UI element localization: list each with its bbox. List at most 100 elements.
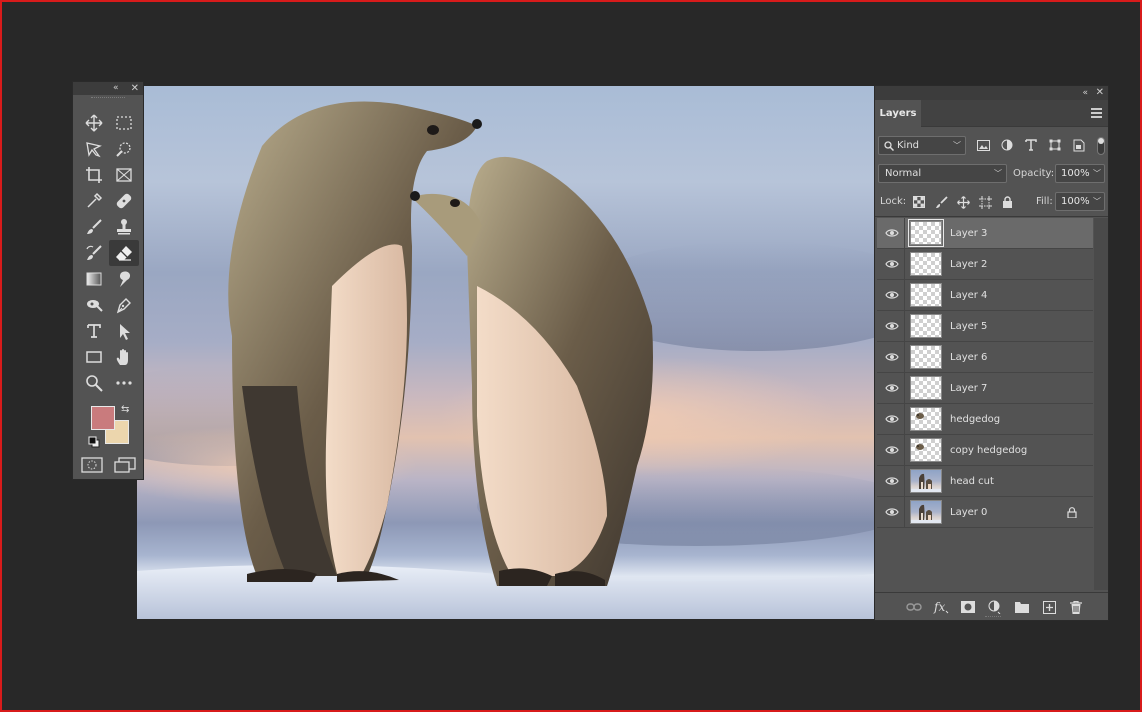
layer-row[interactable]: Layer 5 <box>877 311 1093 342</box>
quick-mask-icon[interactable] <box>81 456 103 474</box>
gradient-tool[interactable] <box>79 266 109 292</box>
visibility-eye-icon[interactable] <box>885 290 899 300</box>
smudge-tool[interactable] <box>109 266 139 292</box>
filter-toggle[interactable] <box>1097 137 1105 155</box>
eyedropper-tool[interactable] <box>79 188 109 214</box>
lock-artboard-button[interactable] <box>976 193 994 211</box>
visibility-eye-icon[interactable] <box>885 383 899 393</box>
move-tool[interactable] <box>79 110 109 136</box>
tools-panel-header[interactable]: « ✕ <box>73 82 143 95</box>
layer-row[interactable]: Layer 7 <box>877 373 1093 404</box>
layer-name: Layer 4 <box>950 290 988 301</box>
collapse-panel-icon[interactable]: « <box>1082 86 1088 100</box>
panel-resize-grip[interactable] <box>985 616 1001 620</box>
foreground-color-swatch[interactable] <box>91 406 115 430</box>
lock-position-button[interactable] <box>954 193 972 211</box>
layer-row[interactable]: Layer 0 <box>877 497 1093 528</box>
layer-name: Layer 0 <box>950 507 988 518</box>
filter-smart-object-button[interactable] <box>1070 136 1088 154</box>
visibility-eye-icon[interactable] <box>885 321 899 331</box>
frame-tool[interactable] <box>109 162 139 188</box>
layers-scrollbar[interactable] <box>1094 218 1108 590</box>
visibility-eye-icon[interactable] <box>885 228 899 238</box>
layer-row[interactable]: hedgedog <box>877 404 1093 435</box>
history-brush-tool[interactable] <box>79 240 109 266</box>
filter-pixel-button[interactable] <box>974 136 992 154</box>
default-colors-icon[interactable] <box>88 436 100 448</box>
layer-thumbnail[interactable] <box>910 314 942 338</box>
layer-filter-row: Kind ﹀ <box>878 136 1106 156</box>
lock-transparent-pixels-button[interactable] <box>910 193 928 211</box>
delete-layer-button[interactable] <box>1067 599 1085 615</box>
layer-row[interactable]: Layer 2 <box>877 249 1093 280</box>
footer-icons: fx <box>905 599 1085 615</box>
layer-row[interactable]: copy hedgedog <box>877 435 1093 466</box>
layer-thumbnail[interactable] <box>908 219 944 247</box>
layer-row[interactable]: Layer 4 <box>877 280 1093 311</box>
layer-thumbnail[interactable] <box>910 252 942 276</box>
filter-type-button[interactable] <box>1022 136 1040 154</box>
visibility-eye-icon[interactable] <box>885 259 899 269</box>
visibility-eye-icon[interactable] <box>885 476 899 486</box>
layer-thumbnail[interactable] <box>910 438 942 462</box>
lasso-tool[interactable] <box>79 136 109 162</box>
visibility-eye-icon[interactable] <box>885 352 899 362</box>
healing-brush-tool[interactable] <box>109 188 139 214</box>
chevron-down-icon[interactable]: ﹀ <box>1093 192 1101 211</box>
lock-image-pixels-button[interactable] <box>932 193 950 211</box>
type-tool[interactable] <box>79 318 109 344</box>
visibility-eye-icon[interactable] <box>885 445 899 455</box>
visibility-eye-icon[interactable] <box>885 507 899 517</box>
rectangle-tool[interactable] <box>79 344 109 370</box>
new-adjustment-layer-button[interactable] <box>986 599 1004 615</box>
quick-selection-tool[interactable] <box>109 136 139 162</box>
clone-stamp-tool[interactable] <box>109 214 139 240</box>
panel-divider <box>875 216 1108 217</box>
more-tools-button[interactable] <box>109 370 139 396</box>
layer-row[interactable]: head cut <box>877 466 1093 497</box>
panel-grip[interactable] <box>91 97 125 103</box>
group-folder-icon <box>1015 602 1029 613</box>
add-mask-button[interactable] <box>959 599 977 615</box>
dodge-tool[interactable] <box>79 292 109 318</box>
document-canvas[interactable] <box>137 86 874 619</box>
crop-tool[interactable] <box>79 162 109 188</box>
visibility-eye-icon[interactable] <box>885 414 899 424</box>
lock-all-button[interactable] <box>998 193 1016 211</box>
pen-tool[interactable] <box>109 292 139 318</box>
layer-thumbnail[interactable] <box>910 469 942 493</box>
close-icon[interactable]: ✕ <box>131 82 139 95</box>
layer-thumbnail[interactable] <box>910 376 942 400</box>
layer-thumbnail[interactable] <box>910 407 942 431</box>
hand-tool[interactable] <box>109 344 139 370</box>
filter-shape-button[interactable] <box>1046 136 1064 154</box>
layer-row[interactable]: Layer 3 <box>877 218 1093 249</box>
screen-mode-icon[interactable] <box>113 456 137 474</box>
swap-colors-icon[interactable]: ⇆ <box>121 404 129 415</box>
path-selection-tool[interactable] <box>109 318 139 344</box>
marquee-tool-icon <box>116 116 132 130</box>
layer-style-button[interactable]: fx <box>932 599 950 615</box>
layer-name: head cut <box>950 476 994 487</box>
filter-adjustment-button[interactable] <box>998 136 1016 154</box>
layer-row[interactable]: Layer 6 <box>877 342 1093 373</box>
panel-menu-icon[interactable] <box>1091 108 1102 118</box>
layer-name: Layer 6 <box>950 352 988 363</box>
chevron-down-icon[interactable]: ﹀ <box>1093 164 1101 183</box>
tab-layers[interactable]: Layers <box>875 100 921 127</box>
layer-thumbnail[interactable] <box>910 283 942 307</box>
layer-thumbnail[interactable] <box>910 500 942 524</box>
close-icon[interactable]: ✕ <box>1096 86 1104 100</box>
new-layer-button[interactable] <box>1040 599 1058 615</box>
link-layers-button[interactable] <box>905 599 923 615</box>
marquee-tool[interactable] <box>109 110 139 136</box>
filter-kind-select[interactable]: Kind ﹀ <box>878 136 966 155</box>
eraser-tool[interactable] <box>109 240 139 266</box>
blend-mode-select[interactable]: Normal ﹀ <box>878 164 1007 183</box>
new-group-button[interactable] <box>1013 599 1031 615</box>
collapse-panel-icon[interactable]: « <box>113 82 119 95</box>
brush-tool[interactable] <box>79 214 109 240</box>
layer-thumbnail[interactable] <box>910 345 942 369</box>
zoom-tool[interactable] <box>79 370 109 396</box>
layers-panel-header[interactable]: « ✕ <box>875 86 1108 100</box>
